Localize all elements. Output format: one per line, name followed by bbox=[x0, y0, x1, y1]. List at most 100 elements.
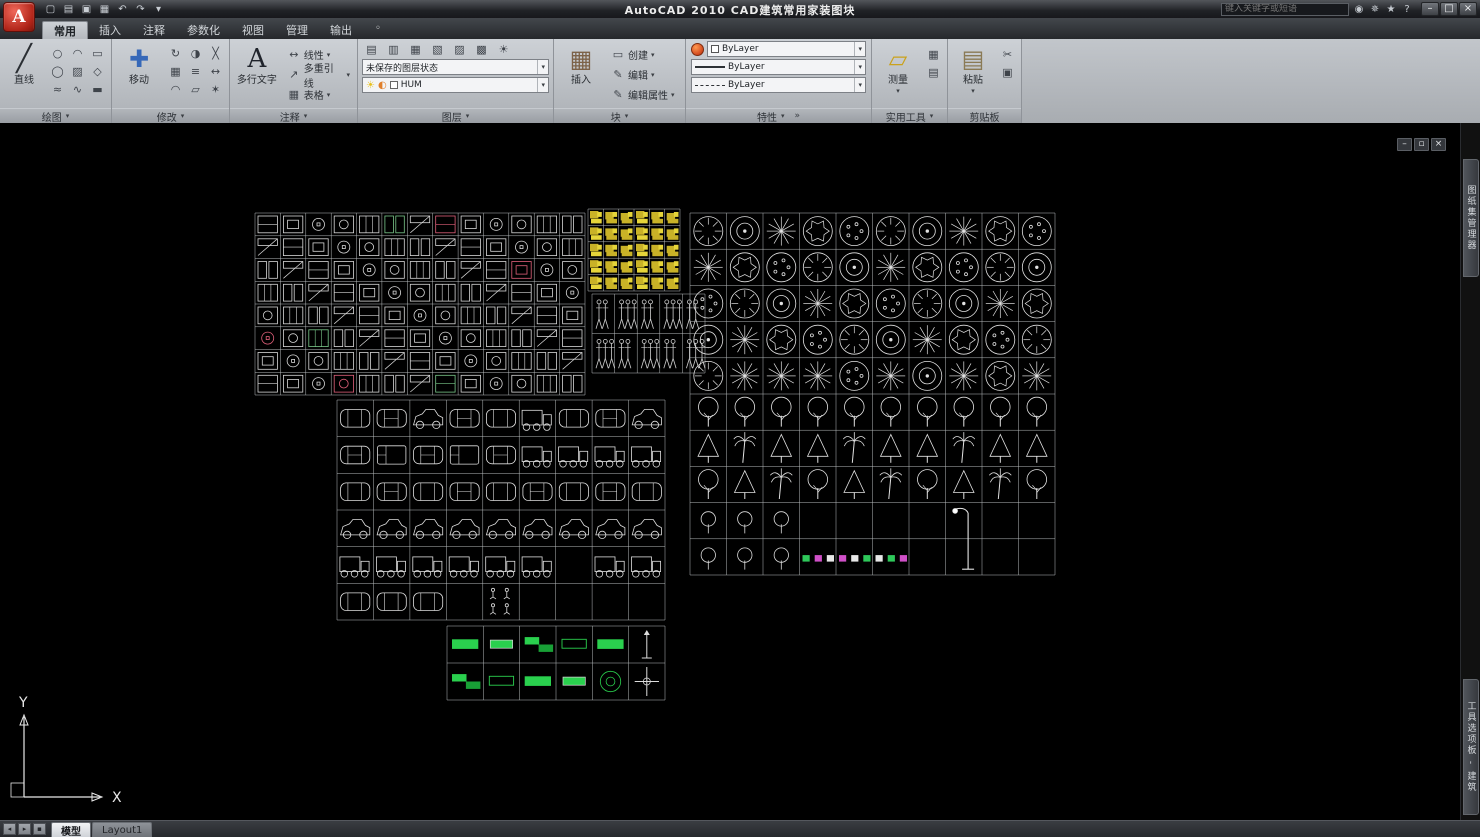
panel-utilities-label[interactable]: 实用工具 ▾ bbox=[872, 108, 947, 123]
edit-block-button[interactable]: ✎编辑▾ bbox=[608, 65, 678, 84]
offset-icon[interactable]: ≡ bbox=[186, 63, 205, 79]
layer-properties-icon[interactable]: ▤ bbox=[362, 41, 381, 57]
communication-center-icon[interactable]: ✵ bbox=[1368, 2, 1382, 16]
canvas-close-button[interactable]: × bbox=[1431, 138, 1446, 151]
layer-state-select[interactable]: 未保存的图层状态 ▾ bbox=[362, 59, 549, 75]
scale-icon[interactable]: ▱ bbox=[186, 81, 205, 97]
qat-save-icon[interactable]: ▣ bbox=[78, 2, 95, 17]
sheet-set-manager-tab[interactable]: 图纸集管理器 bbox=[1463, 159, 1479, 277]
circle-icon[interactable]: ○ bbox=[48, 45, 67, 61]
tab-manage[interactable]: 管理 bbox=[275, 21, 319, 39]
arc-icon[interactable]: ◠ bbox=[68, 45, 87, 61]
cut-icon[interactable]: ✂ bbox=[998, 46, 1017, 62]
array-icon[interactable]: ▦ bbox=[166, 63, 185, 79]
insert-block-button[interactable]: ▦ 插入 bbox=[558, 42, 604, 106]
measure-button[interactable]: ▱ 测量 ▾ bbox=[876, 42, 920, 106]
multileader-button[interactable]: ↗多重引线▾ bbox=[284, 65, 353, 84]
layer-lock-icon[interactable]: ▧ bbox=[428, 41, 447, 57]
restore-button[interactable]: □ bbox=[1440, 2, 1458, 16]
table-button[interactable]: ▦表格▾ bbox=[284, 85, 353, 104]
close-button[interactable]: × bbox=[1459, 2, 1477, 16]
canvas-restore-button[interactable]: ▫ bbox=[1414, 138, 1429, 151]
layer-freeze-icon[interactable]: ▦ bbox=[406, 41, 425, 57]
move-button[interactable]: ✚ 移动 bbox=[116, 42, 162, 106]
trim-icon[interactable]: ╳ bbox=[206, 45, 225, 61]
panel-modify-label[interactable]: 修改 ▾ bbox=[112, 108, 229, 123]
tab-insert[interactable]: 插入 bbox=[88, 21, 132, 39]
revision-cloud-icon[interactable]: ≈ bbox=[48, 81, 67, 97]
panel-annotate-label[interactable]: 注释 ▾ bbox=[230, 108, 357, 123]
lineweight-select[interactable]: ByLayer ▾ bbox=[691, 59, 866, 75]
quick-select-icon[interactable]: ▦ bbox=[924, 46, 943, 62]
object-color-swatch bbox=[711, 45, 719, 53]
fillet-icon[interactable]: ◠ bbox=[166, 81, 185, 97]
layer-on-icon[interactable]: ☀ bbox=[494, 41, 513, 57]
layer-select-caret-icon: ▾ bbox=[537, 78, 545, 92]
qat-dropdown-icon[interactable]: ▾ bbox=[150, 2, 167, 17]
mirror-icon[interactable]: ◑ bbox=[186, 45, 205, 61]
canvas-minimize-button[interactable]: – bbox=[1397, 138, 1412, 151]
copy-icon[interactable]: ▣ bbox=[998, 64, 1017, 80]
stretch-icon[interactable]: ↔ bbox=[206, 63, 225, 79]
layer-isolate-icon[interactable]: ▨ bbox=[450, 41, 469, 57]
spline-icon[interactable]: ∿ bbox=[68, 81, 87, 97]
multileader-icon: ↗ bbox=[287, 68, 301, 81]
point-icon[interactable]: ▬ bbox=[88, 81, 107, 97]
paste-button[interactable]: ▤ 粘贴 ▾ bbox=[952, 42, 994, 106]
panel-expand-icon[interactable]: » bbox=[795, 111, 801, 121]
tab-menu-icon[interactable]: ▪ bbox=[33, 823, 46, 835]
qat-redo-icon[interactable]: ↷ bbox=[132, 2, 149, 17]
infocenter-mini-icon[interactable]: ◦ bbox=[375, 23, 381, 34]
panel-clipboard-label[interactable]: 剪贴板 bbox=[948, 108, 1021, 123]
tab-view[interactable]: 视图 bbox=[231, 21, 275, 39]
tab-annotate[interactable]: 注释 bbox=[132, 21, 176, 39]
tab-nav-last-icon[interactable]: ▸ bbox=[18, 823, 31, 835]
qat-open-icon[interactable]: ▤ bbox=[60, 2, 77, 17]
tab-home[interactable]: 常用 bbox=[42, 21, 88, 39]
figure-block-grid bbox=[592, 294, 705, 373]
model-tab[interactable]: 模型 bbox=[51, 822, 91, 837]
layout1-tab[interactable]: Layout1 bbox=[92, 822, 152, 837]
panel-layers-label[interactable]: 图层 ▾ bbox=[358, 108, 553, 123]
tab-output[interactable]: 输出 bbox=[319, 21, 363, 39]
linetype-select[interactable]: ByLayer ▾ bbox=[691, 77, 866, 93]
rectangle-icon[interactable]: ▭ bbox=[88, 45, 107, 61]
hatch-icon[interactable]: ▨ bbox=[68, 63, 87, 79]
tab-nav-first-icon[interactable]: ◂ bbox=[3, 823, 16, 835]
mtext-button[interactable]: A 多行文字 bbox=[234, 42, 280, 106]
layer-match-icon[interactable]: ▩ bbox=[472, 41, 491, 57]
lineweight-caret-icon: ▾ bbox=[854, 60, 862, 74]
drawing-canvas[interactable]: YX bbox=[0, 123, 1460, 820]
panel-draw-label[interactable]: 绘图 ▾ bbox=[0, 108, 111, 123]
panel-block-label[interactable]: 块 ▾ bbox=[554, 108, 685, 123]
insert-block-icon: ▦ bbox=[570, 43, 593, 75]
favorites-icon[interactable]: ★ bbox=[1384, 2, 1398, 16]
application-menu-button[interactable]: A bbox=[3, 2, 35, 32]
panel-clipboard-title: 剪贴板 bbox=[970, 109, 1000, 124]
tab-parametric[interactable]: 参数化 bbox=[176, 21, 231, 39]
tool-palettes-tab[interactable]: 工具选项板 - 建筑 bbox=[1463, 679, 1479, 815]
ellipse-icon[interactable]: ◯ bbox=[48, 63, 67, 79]
minimize-button[interactable]: – bbox=[1421, 2, 1439, 16]
panel-properties-label[interactable]: 特性 ▾ » bbox=[686, 108, 871, 123]
erase-icon[interactable]: ✶ bbox=[206, 81, 225, 97]
qat-new-icon[interactable]: ▢ bbox=[42, 2, 59, 17]
drawing-area[interactable]: YX –▫× bbox=[0, 123, 1460, 820]
layer-off-icon[interactable]: ▥ bbox=[384, 41, 403, 57]
layer-select[interactable]: ☀ ◐ HUM ▾ bbox=[362, 77, 549, 93]
qat-undo-icon[interactable]: ↶ bbox=[114, 2, 131, 17]
qat-plot-icon[interactable]: ▦ bbox=[96, 2, 113, 17]
help-icon[interactable]: ? bbox=[1400, 2, 1414, 16]
svg-text:X: X bbox=[112, 790, 122, 806]
polygon-icon[interactable]: ◇ bbox=[88, 63, 107, 79]
search-input[interactable] bbox=[1221, 3, 1349, 16]
search-icon[interactable]: ◉ bbox=[1352, 2, 1366, 16]
line-button[interactable]: ╱ 直线 bbox=[4, 42, 44, 106]
edit-attributes-button[interactable]: ✎编辑属性▾ bbox=[608, 85, 678, 104]
object-color-select[interactable]: ByLayer ▾ bbox=[707, 41, 866, 57]
create-block-button[interactable]: ▭创建▾ bbox=[608, 45, 678, 64]
linetype-icon bbox=[695, 85, 725, 86]
object-color-icon[interactable] bbox=[691, 43, 704, 56]
rotate-icon[interactable]: ↻ bbox=[166, 45, 185, 61]
quick-calc-icon[interactable]: ▤ bbox=[924, 64, 943, 80]
